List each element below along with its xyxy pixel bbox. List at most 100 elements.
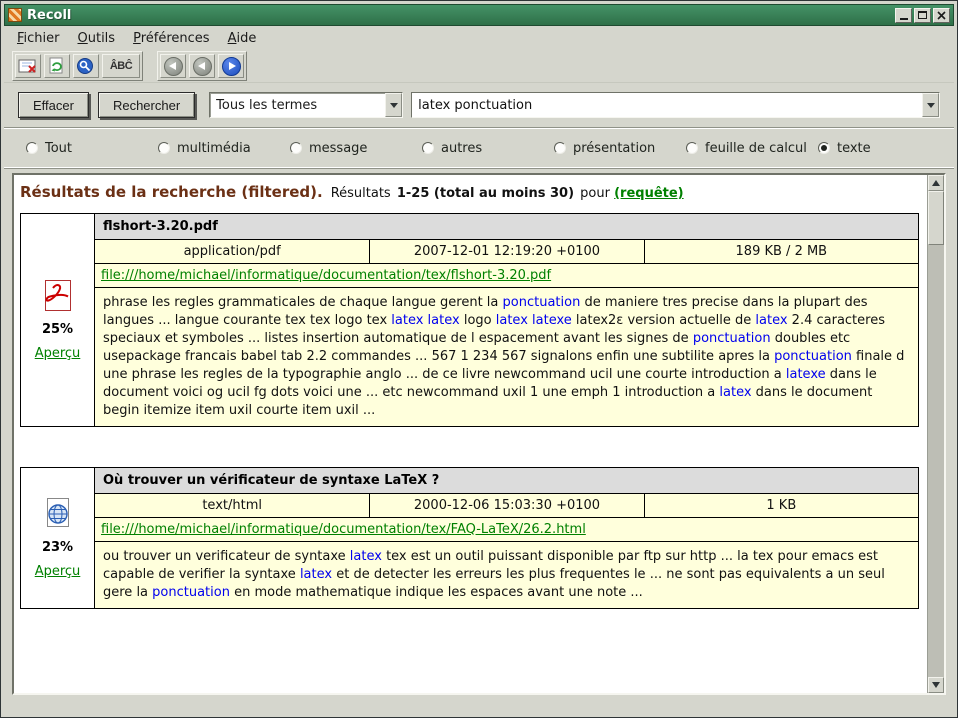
search-mode-select[interactable]: Tous les termes [209,92,403,118]
window-title: Recoll [27,8,890,23]
chevron-down-icon [390,103,398,108]
filter-autres[interactable]: autres [422,141,554,156]
arrow-left-icon [193,57,212,76]
radio-icon[interactable] [158,142,170,154]
chevron-down-icon [927,103,935,108]
query-history-dropdown-button[interactable] [922,93,939,117]
results-summary: Résultats 1-25 (total au moins 30) pour … [331,186,684,201]
previous-page-button[interactable] [189,54,215,78]
clear-button[interactable]: Effacer [18,92,89,118]
close-button[interactable] [933,8,950,23]
close-icon [937,11,946,20]
preview-link[interactable]: Aperçu [35,564,81,579]
search-row: Effacer Rechercher Tous les termes [4,83,954,127]
scrollbar-thumb[interactable] [928,191,944,245]
result-snippet: phrase les regles grammaticales de chaqu… [95,288,918,426]
radio-icon[interactable] [290,142,302,154]
result-url-link[interactable]: file:///home/michael/informatique/docume… [101,522,586,537]
radio-icon[interactable] [422,142,434,154]
result-url-link[interactable]: file:///home/michael/informatique/docume… [101,268,551,283]
clear-search-icon [18,57,38,75]
radio-icon[interactable] [554,142,566,154]
menu-outils[interactable]: Outils [69,28,125,49]
menu-aide[interactable]: Aide [219,28,266,49]
query-combo[interactable] [411,92,940,118]
arrow-up-icon [932,180,940,186]
filter-multimedia[interactable]: multimédia [158,141,290,156]
minimize-button[interactable] [895,8,912,23]
search-input[interactable] [412,93,922,117]
filter-presentation[interactable]: présentation [554,141,686,156]
next-page-button[interactable] [218,54,244,78]
filter-feuille-de-calcul[interactable]: feuille de calcul [686,141,818,156]
pdf-file-icon [43,279,73,313]
scroll-up-button[interactable] [928,175,944,191]
result-title[interactable]: Où trouver un vérificateur de syntaxe La… [95,468,918,494]
result-mime: text/html [95,494,369,517]
filter-texte[interactable]: texte [818,141,871,156]
result-url-row: file:///home/michael/informatique/docume… [95,264,918,288]
clear-search-button[interactable] [15,54,41,78]
category-filter-row: Tout multimédia message autres présentat… [4,127,954,169]
results-scrollbar[interactable] [927,175,944,693]
result-body: flshort-3.20.pdf application/pdf 2007-12… [95,214,918,426]
toolbar-group-nav [157,51,247,81]
maximize-icon [918,11,927,19]
menu-preferences[interactable]: Préférences [124,28,218,49]
results-list: Résultats de la recherche (filtered). Rés… [14,175,927,693]
results-title: Résultats de la recherche (filtered). [20,183,323,201]
results-frame: Résultats de la recherche (filtered). Rés… [12,173,946,695]
arrow-left-icon [164,57,183,76]
result-item: 23% Aperçu Où trouver un vérificateur de… [20,467,919,609]
scrollbar-track[interactable] [928,245,944,677]
toolbar: ÂBĈ [4,50,954,83]
result-meta-row: text/html 2000-12-06 15:03:30 +0100 1 KB [95,494,918,518]
recoll-window: Recoll Fichier Outils Préférences Aide [0,0,958,718]
result-item: 25% Aperçu flshort-3.20.pdf application/… [20,213,919,427]
minimize-icon [900,18,908,20]
result-size: 1 KB [644,494,918,517]
titlebar[interactable]: Recoll [4,4,954,26]
arrow-down-icon [932,682,940,688]
html-file-icon [43,497,73,531]
search-button[interactable]: Rechercher [98,92,195,118]
window-controls [895,8,950,23]
menu-fichier[interactable]: Fichier [8,28,69,49]
search-mode-dropdown-button[interactable] [385,93,402,117]
preview-link[interactable]: Aperçu [35,346,81,361]
toolbar-group-main: ÂBĈ [12,51,143,81]
result-date: 2000-12-06 15:03:30 +0100 [369,494,643,517]
radio-icon[interactable] [818,142,830,154]
result-date: 2007-12-01 12:19:20 +0100 [369,240,643,263]
arrow-right-icon [222,57,241,76]
search-icon [76,57,96,75]
filter-tout[interactable]: Tout [26,141,158,156]
scroll-down-button[interactable] [928,677,944,693]
filter-message[interactable]: message [290,141,422,156]
relevance-percent: 23% [42,540,73,555]
result-side-panel: 23% Aperçu [21,468,95,608]
result-body: Où trouver un vérificateur de syntaxe La… [95,468,918,608]
first-page-button[interactable] [160,54,186,78]
query-link[interactable]: (requête) [614,186,684,201]
document-refresh-button[interactable] [44,54,70,78]
radio-icon[interactable] [26,142,38,154]
result-url-row: file:///home/michael/informatique/docume… [95,518,918,542]
result-side-panel: 25% Aperçu [21,214,95,426]
relevance-percent: 25% [42,322,73,337]
result-title[interactable]: flshort-3.20.pdf [95,214,918,240]
document-refresh-icon [47,57,67,75]
result-meta-row: application/pdf 2007-12-01 12:19:20 +010… [95,240,918,264]
radio-icon[interactable] [686,142,698,154]
status-bar [4,695,954,717]
run-query-button[interactable] [73,54,99,78]
term-explorer-button[interactable]: ÂBĈ [102,54,140,78]
result-size: 189 KB / 2 MB [644,240,918,263]
result-mime: application/pdf [95,240,369,263]
maximize-button[interactable] [914,8,931,23]
recoll-app-icon [8,8,22,22]
results-header: Résultats de la recherche (filtered). Rés… [18,181,921,201]
term-explorer-icon: ÂBĈ [110,60,132,72]
results-range: 1-25 (total au moins 30) [397,186,574,201]
result-snippet: ou trouver un verificateur de syntaxe la… [95,542,918,608]
